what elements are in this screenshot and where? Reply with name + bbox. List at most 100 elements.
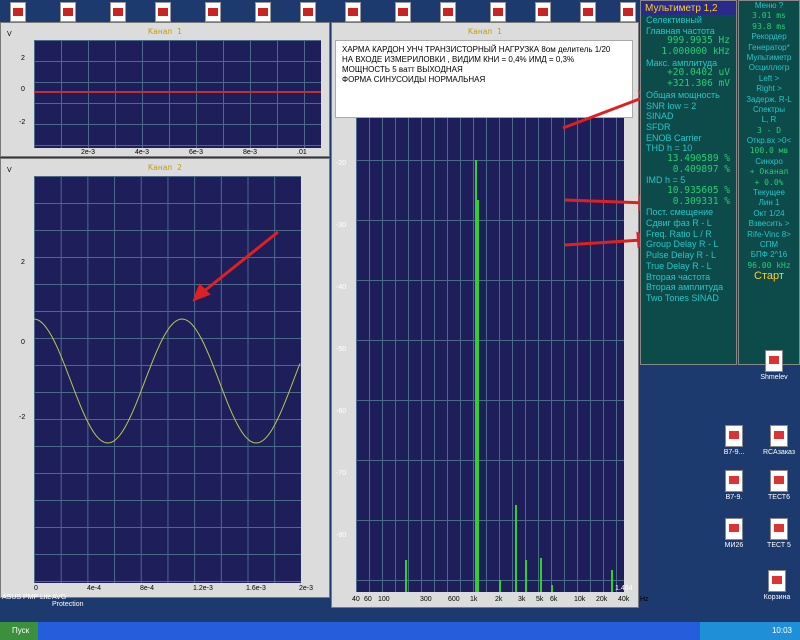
side-row[interactable]: Задерж. R-L	[739, 95, 799, 105]
desktop-icon[interactable]: В7-9.	[710, 470, 758, 501]
asus-label[interactable]: ASUS PMP Lite	[2, 594, 51, 601]
meter-row[interactable]: 10.935605 %	[641, 186, 736, 197]
note-line: ФОРМА СИНУСОИДЫ НОРМАЛЬНАЯ	[342, 75, 486, 84]
file-icon	[725, 470, 743, 492]
side-row[interactable]: Откр.вх >0<	[739, 136, 799, 146]
meter-row[interactable]: 1.000000 kHz	[641, 47, 736, 58]
side-row[interactable]: Старт	[739, 271, 799, 285]
meter-row[interactable]: SINAD	[641, 111, 736, 122]
spec-ytick: -80	[336, 532, 347, 539]
channel2-window[interactable]: Канал 2 V 2 0 -2 0 4e-4 8e-4 1.2e-3 1.6e-3 2e…	[0, 158, 356, 598]
top-shortcut-icon[interactable]	[10, 2, 26, 22]
desktop-icon[interactable]: ТЕСТ6	[755, 470, 800, 501]
side-row[interactable]: Right >	[739, 84, 799, 94]
meter-row[interactable]: Макс. амплитуда	[641, 58, 736, 69]
side-row[interactable]: Лин 1	[739, 198, 799, 208]
top-shortcut-icon[interactable]	[395, 2, 411, 22]
desktop-icon-label: ТЕСТ 5	[767, 542, 791, 549]
top-shortcut-icon[interactable]	[300, 2, 316, 22]
top-shortcut-icon[interactable]	[60, 2, 76, 22]
desktop-icon[interactable]: ТЕСТ 5	[755, 518, 800, 549]
desktop-icon[interactable]: Shmelev	[750, 350, 798, 381]
control-panel[interactable]: Меню ? 3.01 ms 93.8 ms Рекордер Генератор* Му…	[738, 0, 800, 365]
top-shortcut-icon[interactable]	[535, 2, 551, 22]
meter-row[interactable]: Пост. смещение	[641, 207, 736, 218]
side-row[interactable]: Left >	[739, 74, 799, 84]
side-row[interactable]: 100.0 мв	[739, 146, 799, 156]
side-row[interactable]: Меню ?	[739, 1, 799, 11]
top-shortcut-icon[interactable]	[205, 2, 221, 22]
ch1-ytick: 0	[21, 86, 25, 93]
avg-label[interactable]: AVG Protection	[52, 594, 84, 608]
meter-row[interactable]: 0.409897 %	[641, 165, 736, 176]
top-shortcut-icon[interactable]	[255, 2, 271, 22]
meter-row[interactable]: Сдвиг фаз R - L	[641, 218, 736, 229]
side-row[interactable]: 96.00 kHz	[739, 261, 799, 271]
meter-row[interactable]: +20.0402 uV	[641, 68, 736, 79]
side-row[interactable]: Спектры	[739, 105, 799, 115]
top-shortcut-icon[interactable]	[110, 2, 126, 22]
meter-row[interactable]: ENOB Carrier	[641, 133, 736, 144]
meter-row[interactable]: SNR low = 2	[641, 101, 736, 112]
meter-row[interactable]: 0.309331 %	[641, 197, 736, 208]
meter-row[interactable]: THD h = 10	[641, 143, 736, 154]
meter-row[interactable]: Вторая частота	[641, 272, 736, 283]
desktop-icon[interactable]: RCAзаказ	[755, 425, 800, 456]
start-button[interactable]: Пуск	[0, 622, 38, 640]
side-row[interactable]: Взвесить >	[739, 219, 799, 229]
top-shortcut-icon[interactable]	[345, 2, 361, 22]
meter-row[interactable]: 999.9935 Hz	[641, 36, 736, 47]
file-icon	[770, 470, 788, 492]
side-row[interactable]: Окт 1/24	[739, 209, 799, 219]
spec-xtick: 600	[448, 596, 460, 603]
side-row[interactable]: Текущее	[739, 188, 799, 198]
side-row[interactable]: + 0.0%	[739, 178, 799, 188]
channel1-window[interactable]: Канал 1 V 2 0 -2 2e-34e-36e-38e-3.01s	[0, 22, 355, 157]
ch2-ytick: 0	[21, 339, 25, 346]
desktop-icon[interactable]: МИ26	[710, 518, 758, 549]
side-row[interactable]: Мультиметр	[739, 53, 799, 63]
meter-row[interactable]: Freq. Ratio L / R	[641, 229, 736, 240]
meter-row[interactable]: 13.490589 %	[641, 154, 736, 165]
multimeter-panel[interactable]: Мультиметр 1,2 Селективный Главная частот…	[640, 0, 737, 365]
spec-xtick: 300	[420, 596, 432, 603]
channel1-plot[interactable]	[34, 40, 321, 148]
spec-xtick: 40	[352, 596, 360, 603]
spec-xtick: 1k	[470, 596, 478, 603]
desktop-icon[interactable]: Корзина	[753, 570, 800, 601]
meter-row[interactable]: IMD h = 5	[641, 175, 736, 186]
side-row[interactable]: 3.01 ms	[739, 11, 799, 21]
top-shortcut-icon[interactable]	[580, 2, 596, 22]
channel2-plot[interactable]	[34, 176, 301, 583]
top-shortcut-icon[interactable]	[440, 2, 456, 22]
meter-row[interactable]: Group Delay R - L	[641, 239, 736, 250]
clock[interactable]: 10:03	[700, 622, 800, 640]
top-shortcut-icon[interactable]	[155, 2, 171, 22]
top-shortcut-icon[interactable]	[620, 2, 636, 22]
side-row[interactable]: Синхро	[739, 157, 799, 167]
side-row[interactable]: Осциллогр	[739, 63, 799, 73]
meter-row[interactable]: SFDR	[641, 122, 736, 133]
side-row[interactable]: БПФ 2^16	[739, 250, 799, 260]
meter-row[interactable]: Pulse Delay R - L	[641, 250, 736, 261]
side-row[interactable]: 3 - D	[739, 126, 799, 136]
side-row[interactable]: Генератор*	[739, 43, 799, 53]
side-row[interactable]: Рекордер	[739, 32, 799, 42]
meter-row[interactable]: Селективный	[641, 15, 736, 26]
side-row[interactable]: + Оканал	[739, 167, 799, 177]
top-shortcut-icon[interactable]	[490, 2, 506, 22]
desktop-icon[interactable]: В7-9...	[710, 425, 758, 456]
meter-row[interactable]: Two Tones SINAD	[641, 293, 736, 304]
spectrum-plot[interactable]	[356, 40, 624, 592]
side-row[interactable]: СПМ	[739, 240, 799, 250]
meter-row[interactable]: True Delay R - L	[641, 261, 736, 272]
side-row[interactable]: 93.8 ms	[739, 22, 799, 32]
meter-row[interactable]: +321.306 mV	[641, 79, 736, 90]
ch2-ytick: -2	[19, 414, 26, 421]
side-row[interactable]: Rife-Vinc 8>	[739, 230, 799, 240]
file-icon	[768, 570, 786, 592]
meter-row[interactable]: Вторая амплитуда	[641, 282, 736, 293]
meter-row[interactable]: Общая мощность	[641, 90, 736, 101]
meter-row[interactable]: Главная частота	[641, 26, 736, 37]
side-row[interactable]: L, R	[739, 115, 799, 125]
